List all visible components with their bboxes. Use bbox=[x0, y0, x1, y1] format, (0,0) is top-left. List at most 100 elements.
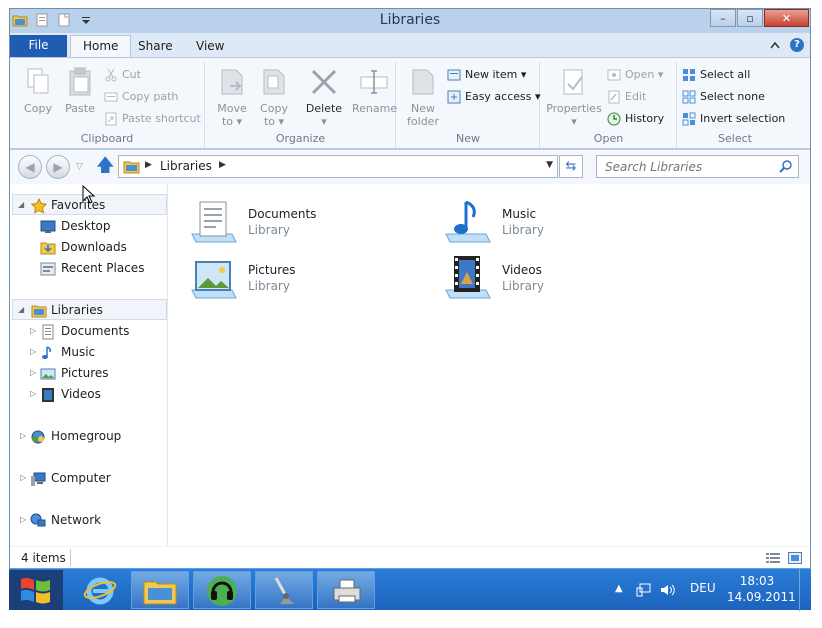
invert-selection-label: Invert selection bbox=[700, 112, 786, 125]
explorer-window: Libraries – ▫ ✕ File Home Share View ? C… bbox=[9, 8, 811, 568]
taskbar-file-explorer[interactable] bbox=[131, 571, 189, 609]
address-bar-row: ◀ ▶ ▽ 🡅 ▶ Libraries ▶ ▼ ⇆ bbox=[10, 150, 810, 184]
paste-shortcut-button[interactable]: Paste shortcut bbox=[104, 110, 201, 130]
select-all-label: Select all bbox=[700, 68, 751, 81]
edit-button[interactable]: Edit bbox=[607, 88, 646, 108]
tray-overflow-button[interactable]: ▲ bbox=[615, 583, 623, 594]
library-music[interactable]: Music Library bbox=[438, 194, 678, 250]
help-button[interactable]: ? bbox=[790, 38, 804, 52]
file-name: Videos bbox=[502, 263, 542, 277]
taskbar-media-player[interactable] bbox=[193, 571, 251, 609]
copy-path-button[interactable]: Copy path bbox=[104, 88, 178, 108]
details-view-icon[interactable] bbox=[766, 552, 780, 564]
new-folder-button[interactable]: New folder bbox=[401, 66, 445, 128]
edit-label: Edit bbox=[625, 90, 647, 103]
address-dropdown-button[interactable]: ▼ bbox=[546, 160, 553, 170]
library-videos[interactable]: Videos Library bbox=[438, 250, 678, 306]
copy-icon bbox=[27, 68, 49, 94]
cut-button[interactable]: Cut bbox=[104, 66, 141, 86]
show-desktop-button[interactable] bbox=[799, 569, 811, 611]
taskbar-internet-explorer[interactable] bbox=[71, 571, 129, 609]
back-button[interactable]: ◀ bbox=[18, 155, 42, 179]
select-all-button[interactable]: Select all bbox=[682, 66, 750, 86]
rename-button[interactable]: Rename bbox=[352, 66, 397, 115]
pictures-icon bbox=[191, 261, 237, 299]
copy-button[interactable]: Copy bbox=[16, 66, 60, 115]
properties-button[interactable]: Properties ▾ bbox=[543, 66, 605, 128]
status-bar: 4 items bbox=[10, 546, 810, 568]
address-field[interactable]: ▶ Libraries ▶ ▼ bbox=[118, 155, 558, 178]
collapse-triangle[interactable]: ▷ bbox=[30, 342, 36, 362]
navigation-pane: ◢ Favorites Desktop Downloads Recent Pla… bbox=[10, 184, 168, 546]
start-button[interactable] bbox=[9, 570, 63, 610]
move-to-button[interactable]: Move to ▾ bbox=[210, 66, 254, 128]
tab-share[interactable]: Share bbox=[126, 37, 185, 57]
history-button[interactable]: History bbox=[607, 110, 664, 130]
refresh-button[interactable]: ⇆ bbox=[559, 155, 583, 178]
nav-computer-label: Computer bbox=[51, 471, 111, 485]
videos-icon bbox=[42, 388, 54, 402]
copy-to-label: Copy bbox=[260, 102, 288, 115]
library-documents[interactable]: Documents Library bbox=[184, 194, 424, 250]
libraries-icon bbox=[123, 161, 140, 174]
tab-file[interactable]: File bbox=[10, 35, 67, 57]
tab-home[interactable]: Home bbox=[70, 35, 132, 57]
breadcrumb-arrow[interactable]: ▶ bbox=[145, 160, 152, 170]
new-item-button[interactable]: New item ▾ bbox=[447, 66, 526, 86]
recent-locations-button[interactable]: ▽ bbox=[76, 162, 83, 172]
expand-triangle[interactable]: ◢ bbox=[18, 195, 24, 215]
collapse-triangle[interactable]: ▷ bbox=[20, 510, 26, 530]
invert-selection-button[interactable]: Invert selection bbox=[682, 110, 785, 130]
taskbar-printer[interactable] bbox=[317, 571, 375, 609]
search-icon[interactable] bbox=[779, 159, 793, 173]
collapse-triangle[interactable]: ▷ bbox=[30, 384, 36, 404]
nav-pictures-label: Pictures bbox=[61, 366, 109, 380]
language-indicator[interactable]: DEU bbox=[690, 581, 716, 595]
collapse-triangle[interactable]: ▷ bbox=[30, 363, 36, 383]
libraries-icon bbox=[31, 305, 47, 318]
minimize-ribbon-icon[interactable] bbox=[770, 41, 780, 49]
large-icons-view-icon[interactable] bbox=[788, 552, 802, 564]
breadcrumb-arrow[interactable]: ▶ bbox=[219, 160, 226, 170]
invert-selection-icon bbox=[682, 112, 696, 126]
search-input[interactable] bbox=[597, 156, 777, 177]
minimize-button[interactable]: – bbox=[710, 9, 736, 27]
delete-button[interactable]: Delete ▾ bbox=[302, 66, 346, 128]
file-list: Documents Library Music Library Pictures… bbox=[178, 184, 808, 546]
close-button[interactable]: ✕ bbox=[764, 9, 809, 27]
network-tray-icon[interactable] bbox=[636, 582, 652, 598]
paste-button[interactable]: Paste bbox=[58, 66, 102, 115]
select-none-button[interactable]: Select none bbox=[682, 88, 765, 108]
collapse-triangle[interactable]: ▷ bbox=[20, 468, 26, 488]
forward-button[interactable]: ▶ bbox=[46, 155, 70, 179]
volume-icon[interactable] bbox=[659, 582, 675, 598]
pictures-icon bbox=[40, 368, 56, 380]
library-pictures[interactable]: Pictures Library bbox=[184, 250, 424, 306]
new-group-label: New bbox=[456, 132, 480, 145]
up-button[interactable]: 🡅 bbox=[96, 157, 115, 175]
delete-icon bbox=[311, 69, 337, 95]
file-type: Library bbox=[248, 223, 290, 237]
open-button[interactable]: Open ▾ bbox=[607, 66, 663, 86]
move-to-label: Move bbox=[217, 102, 247, 115]
explorer-icon bbox=[143, 581, 177, 605]
collapse-triangle[interactable]: ▷ bbox=[20, 426, 26, 446]
nav-libraries[interactable]: ◢ Libraries bbox=[12, 299, 167, 320]
open-group-label: Open bbox=[593, 132, 624, 145]
taskbar-paint[interactable] bbox=[255, 571, 313, 609]
expand-triangle[interactable]: ◢ bbox=[18, 300, 24, 320]
new-folder-icon bbox=[412, 69, 434, 95]
easy-access-button[interactable]: Easy access ▾ bbox=[447, 88, 541, 108]
edit-icon bbox=[608, 90, 620, 104]
window-title: Libraries bbox=[379, 12, 441, 28]
maximize-button[interactable]: ▫ bbox=[737, 9, 763, 27]
music-icon bbox=[445, 200, 491, 243]
copy-to-button[interactable]: Copy to ▾ bbox=[252, 66, 296, 128]
paste-label: Paste bbox=[65, 102, 95, 115]
collapse-triangle[interactable]: ▷ bbox=[30, 321, 36, 341]
clock[interactable]: 18:03 14.09.2011 bbox=[727, 573, 796, 605]
select-all-icon bbox=[683, 69, 695, 81]
tab-view[interactable]: View bbox=[184, 37, 236, 57]
breadcrumb-libraries[interactable]: Libraries bbox=[160, 159, 212, 173]
paste-icon bbox=[69, 67, 91, 96]
